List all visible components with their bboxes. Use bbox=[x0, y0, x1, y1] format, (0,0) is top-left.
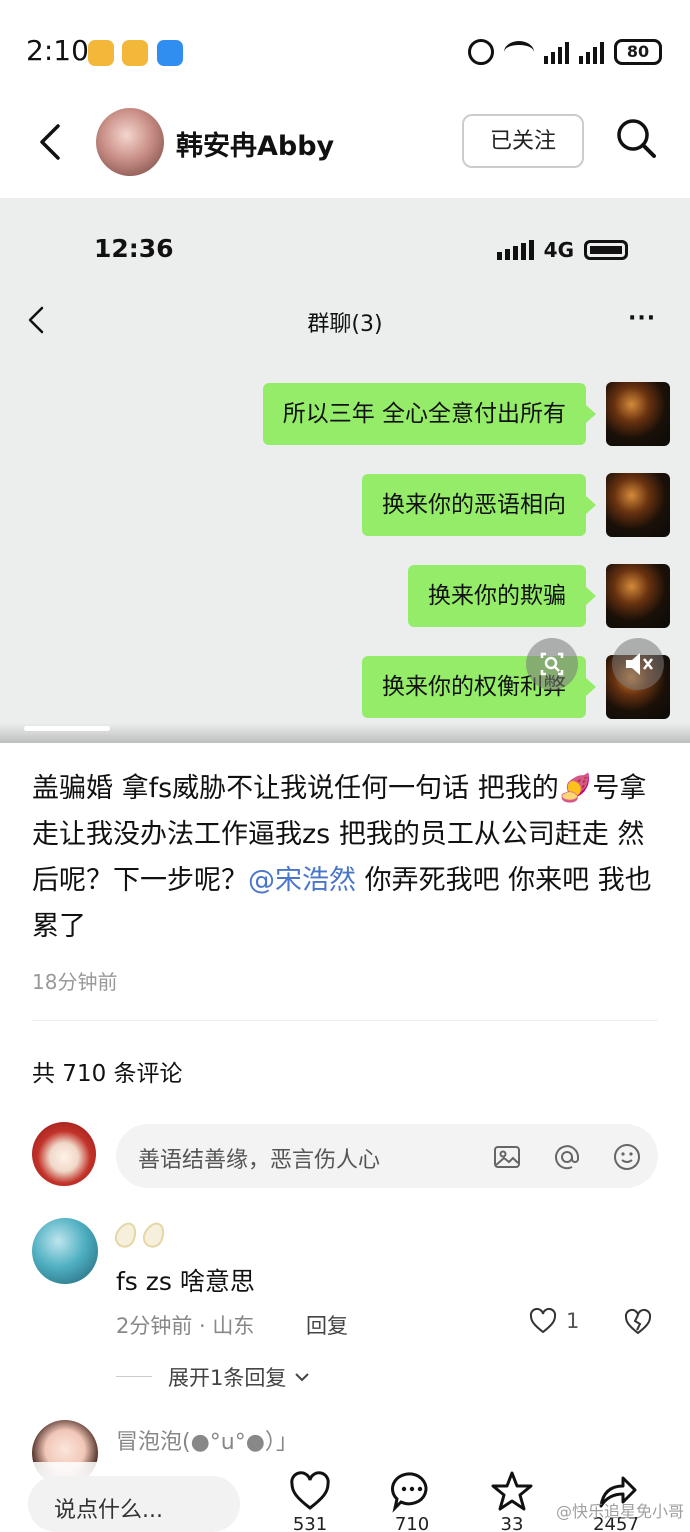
mention-link[interactable]: @宋浩然 bbox=[248, 865, 356, 896]
broken-heart-icon[interactable] bbox=[622, 1306, 654, 1338]
comment-like-button[interactable]: 1 bbox=[528, 1306, 579, 1336]
commenter-avatar[interactable] bbox=[32, 1218, 98, 1284]
expand-replies-button[interactable]: 展开1条回复 bbox=[168, 1362, 312, 1392]
heart-icon bbox=[290, 1471, 330, 1510]
signal-icon bbox=[496, 240, 534, 260]
image-status-time: 12:36 bbox=[94, 234, 174, 263]
post-time: 18分钟前 bbox=[32, 970, 118, 994]
status-bar: 2:10 80 bbox=[0, 0, 690, 100]
watermark: @快乐追星免小哥 bbox=[555, 1502, 684, 1521]
search-icon[interactable] bbox=[612, 114, 660, 162]
signal-icon bbox=[579, 40, 604, 64]
status-time: 2:10 bbox=[26, 34, 89, 67]
comment-count: 共 710 条评论 bbox=[32, 1061, 183, 1087]
comment-input[interactable]: 善语结善缘，恶言伤人心 bbox=[116, 1124, 658, 1188]
author-name[interactable]: 韩安冉Abby bbox=[176, 124, 334, 163]
alarm-icon bbox=[468, 39, 494, 65]
chat-message: 换来你的恶语相向 bbox=[362, 473, 670, 537]
avocado-icon bbox=[111, 1218, 141, 1252]
favorite-button[interactable]: 33 bbox=[482, 1468, 542, 1532]
chat-more-icon: ··· bbox=[628, 306, 657, 331]
status-icons: 80 bbox=[468, 36, 662, 68]
comment-like-count: 1 bbox=[566, 1309, 580, 1333]
zoom-icon[interactable] bbox=[526, 638, 578, 690]
chevron-down-icon bbox=[295, 1373, 310, 1382]
at-icon[interactable] bbox=[552, 1142, 582, 1172]
message-bubble: 换来你的恶语相向 bbox=[362, 474, 596, 536]
like-count: 531 bbox=[292, 1514, 328, 1532]
commenter-name-emoji[interactable] bbox=[111, 1218, 169, 1252]
sender-avatar bbox=[606, 473, 670, 537]
reply-button[interactable]: 回复 bbox=[306, 1310, 348, 1340]
image-page-indicator bbox=[24, 726, 110, 731]
back-icon[interactable] bbox=[30, 120, 74, 164]
say-something-placeholder: 说点什么... bbox=[54, 1498, 163, 1523]
comment-text: fs zs 啥意思 bbox=[116, 1267, 255, 1296]
avocado-icon bbox=[139, 1218, 169, 1252]
star-icon bbox=[491, 1471, 533, 1511]
my-avatar bbox=[32, 1122, 96, 1186]
comment-meta: 2分钟前 · 山东 bbox=[116, 1314, 255, 1338]
author-avatar[interactable] bbox=[96, 108, 164, 176]
chat-title: 群聊(3) bbox=[307, 312, 383, 337]
expand-replies-label: 展开1条回复 bbox=[168, 1366, 287, 1390]
signal-icon bbox=[544, 40, 569, 64]
post-image[interactable]: 12:36 4G 群聊(3) ··· 所以三年 全心全意付出所有 换来你的恶语相… bbox=[0, 198, 690, 743]
battery-icon: 80 bbox=[614, 39, 662, 65]
divider bbox=[116, 1376, 152, 1377]
image-icon[interactable] bbox=[492, 1142, 522, 1172]
message-bubble: 所以三年 全心全意付出所有 bbox=[262, 383, 597, 445]
chat-message: 所以三年 全心全意付出所有 bbox=[262, 382, 670, 446]
battery-icon bbox=[584, 240, 628, 260]
comment-button[interactable]: 710 bbox=[382, 1468, 442, 1532]
follow-button[interactable]: 已关注 bbox=[462, 114, 584, 168]
message-bubble: 换来你的欺骗 bbox=[408, 565, 596, 627]
network-label: 4G bbox=[543, 238, 574, 262]
bottom-action-bar: 说点什么... 531 710 33 2457 @快乐追星免小哥 bbox=[0, 1462, 690, 1532]
comment-icon bbox=[391, 1472, 428, 1513]
cloud-notification-icon bbox=[157, 40, 183, 66]
sender-avatar bbox=[606, 564, 670, 628]
emoji-icon[interactable] bbox=[612, 1142, 642, 1172]
weibo-notification-icon bbox=[88, 40, 114, 66]
commenter-name[interactable]: 冒泡泡(●°u°●）」 bbox=[116, 1424, 298, 1456]
heart-icon bbox=[529, 1307, 557, 1334]
mute-icon[interactable] bbox=[612, 638, 664, 690]
post-header: 韩安冉Abby 已关注 bbox=[0, 100, 690, 196]
wifi-icon bbox=[504, 41, 534, 63]
sender-avatar bbox=[606, 382, 670, 446]
comment-count-button: 710 bbox=[394, 1514, 430, 1532]
like-button[interactable]: 531 bbox=[280, 1468, 340, 1532]
post-body: 盖骗婚 拿fs威胁不让我说任何一句话 把我的🍠号拿走让我没办法工作逼我zs 把我… bbox=[32, 766, 662, 950]
weibo-notification-icon bbox=[122, 40, 148, 66]
chat-message: 换来你的欺骗 bbox=[408, 564, 670, 628]
say-something-input[interactable]: 说点什么... bbox=[28, 1476, 240, 1532]
favorite-count: 33 bbox=[500, 1514, 524, 1532]
image-status-icons: 4G bbox=[496, 238, 628, 262]
divider bbox=[32, 1020, 658, 1021]
comment-input-placeholder: 善语结善缘，恶言伤人心 bbox=[138, 1148, 381, 1173]
